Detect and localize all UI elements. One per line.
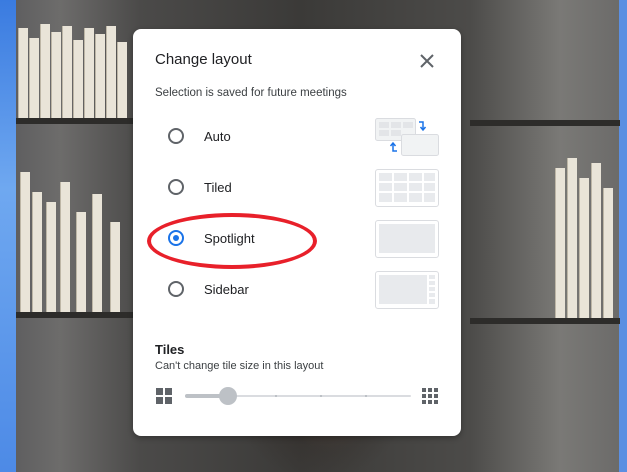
layout-option-sidebar[interactable]: Sidebar <box>155 271 445 311</box>
bookshelf <box>470 318 620 324</box>
slider-tick <box>365 395 367 397</box>
layout-option-auto[interactable]: Auto <box>155 118 445 158</box>
close-button[interactable] <box>415 49 439 73</box>
auto-radio[interactable] <box>168 128 184 144</box>
dialog-subtitle: Selection is saved for future meetings <box>155 87 347 99</box>
slider-thumb[interactable] <box>219 387 237 405</box>
annotation-circle <box>147 213 317 269</box>
spotlight-layout-icon <box>375 220 439 258</box>
tiles-note: Can't change tile size in this layout <box>155 360 324 372</box>
desktop-edge-right <box>619 0 627 472</box>
small-grid-icon <box>156 388 172 404</box>
tile-size-slider[interactable] <box>155 385 441 407</box>
tiled-label: Tiled <box>204 180 232 195</box>
layout-option-tiled[interactable]: Tiled <box>155 169 445 209</box>
books <box>18 20 133 118</box>
close-icon <box>420 54 434 68</box>
sidebar-radio[interactable] <box>168 281 184 297</box>
sidebar-label: Sidebar <box>204 282 249 297</box>
sidebar-layout-icon <box>375 271 439 309</box>
books <box>555 150 617 318</box>
dialog-title: Change layout <box>155 51 252 68</box>
bookshelf <box>470 120 620 126</box>
desktop-edge-left <box>0 0 16 472</box>
books <box>20 150 130 312</box>
slider-tick <box>320 395 322 397</box>
slider-tick <box>275 395 277 397</box>
auto-layout-icon <box>375 118 439 156</box>
tiled-layout-icon <box>375 169 439 207</box>
auto-label: Auto <box>204 129 231 144</box>
tiles-heading: Tiles <box>155 342 185 357</box>
large-grid-icon <box>422 388 438 404</box>
tiled-radio[interactable] <box>168 179 184 195</box>
